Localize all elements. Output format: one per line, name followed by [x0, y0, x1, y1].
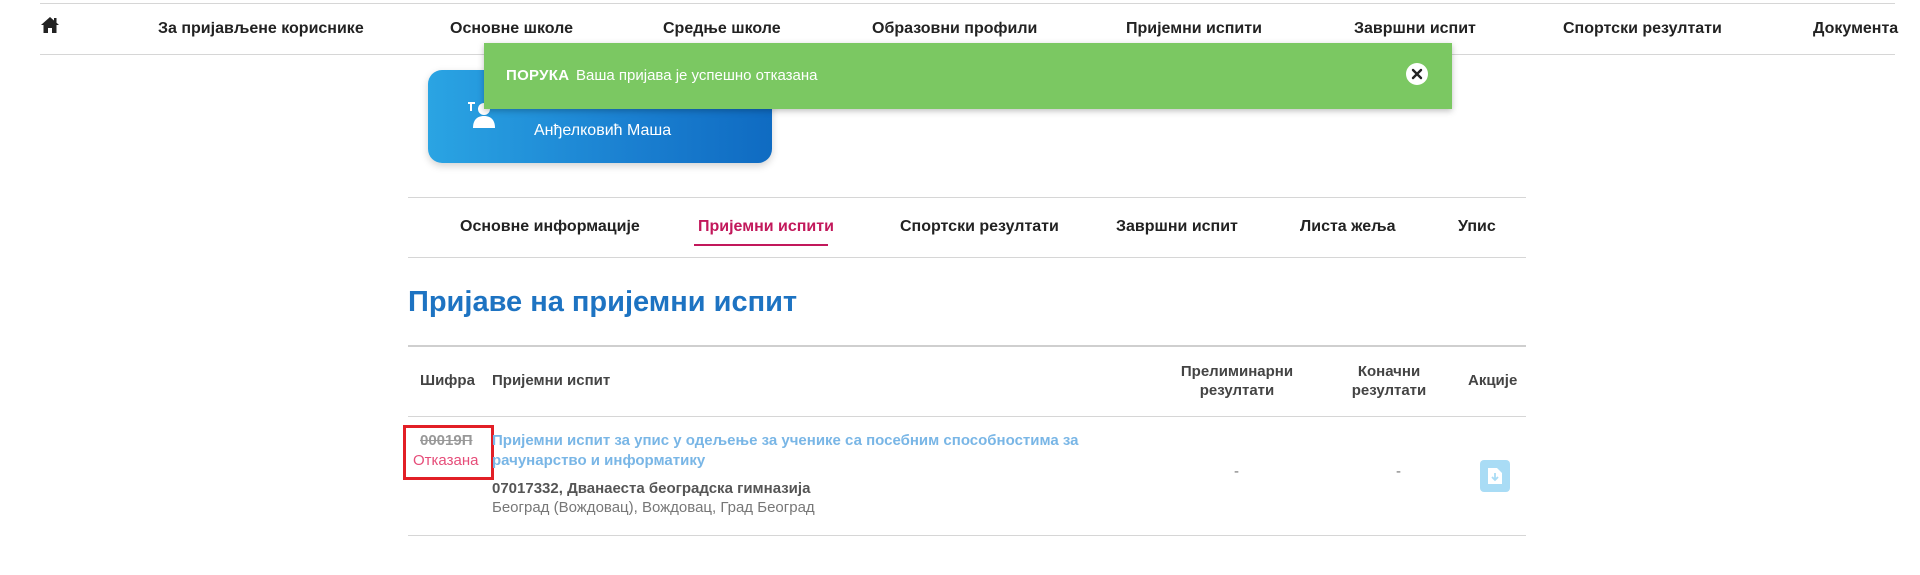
nav-item-final-exam[interactable]: Завршни испит [1354, 20, 1476, 38]
profile-tabs: Основне информације Пријемни испити Спор… [408, 197, 1526, 258]
column-header-final-line1: Коначни [1357, 363, 1421, 380]
page-title: Пријаве на пријемни испит [408, 286, 798, 318]
column-header-code: Шифра [420, 372, 475, 389]
exam-link[interactable]: Пријемни испит за упис у одељење за учен… [492, 431, 1112, 471]
status-badge: Отказана [413, 452, 479, 469]
tab-sports-results[interactable]: Спортски резултати [900, 218, 1059, 236]
preliminary-result: - [1234, 463, 1239, 480]
nav-item-primary-schools[interactable]: Основне школе [450, 20, 573, 38]
nav-item-documents[interactable]: Документа [1813, 20, 1898, 38]
toast-label: ПОРУКА [506, 67, 570, 84]
toast-message: Ваша пријава је успешно отказана [576, 67, 818, 84]
applications-table: Шифра Пријемни испит Прелиминарни резулт… [403, 345, 1526, 536]
column-header-final-line2: резултати [1351, 382, 1427, 399]
close-icon[interactable] [1406, 63, 1428, 85]
column-header-preliminary-line1: Прелиминарни [1180, 363, 1294, 380]
column-header-preliminary: Прелиминарни резултати [1176, 362, 1298, 400]
nav-item-sports-results[interactable]: Спортски резултати [1563, 20, 1722, 38]
download-button[interactable] [1480, 460, 1510, 492]
tab-entrance-exams[interactable]: Пријемни испити [698, 218, 834, 236]
active-tab-indicator [694, 244, 828, 246]
success-toast: ПОРУКА Ваша пријава је успешно отказана [484, 43, 1452, 109]
user-name: Анђелковић Маша [534, 122, 672, 139]
table-top-border [408, 345, 1526, 347]
download-document-icon [1488, 468, 1502, 484]
home-icon[interactable] [40, 16, 64, 40]
table-header-divider [408, 416, 1526, 417]
column-header-preliminary-line2: резултати [1199, 382, 1275, 399]
exam-location: Београд (Вождовац), Вождовац, Град Беогр… [492, 499, 815, 516]
column-header-final: Коначни резултати [1346, 362, 1432, 400]
column-header-actions: Акције [1468, 372, 1518, 389]
column-header-exam: Пријемни испит [492, 372, 611, 389]
nav-item-education-profiles[interactable]: Образовни профили [872, 20, 1037, 38]
nav-item-entrance-exams[interactable]: Пријемни испити [1126, 20, 1262, 38]
nav-item-secondary-schools[interactable]: Средње школе [663, 20, 781, 38]
tab-enrollment[interactable]: Упис [1458, 218, 1496, 236]
tab-basic-info[interactable]: Основне информације [460, 218, 640, 236]
tab-final-exam[interactable]: Завршни испит [1116, 218, 1238, 236]
exam-school: 07017332, Дванаеста београдска гимназија [492, 480, 811, 497]
table-bottom-border [408, 535, 1526, 536]
tab-wish-list[interactable]: Листа жеља [1300, 218, 1396, 236]
application-code: 00019П [420, 432, 473, 449]
final-result: - [1396, 463, 1401, 480]
nav-item-registered-users[interactable]: За пријављене кориснике [158, 20, 364, 38]
